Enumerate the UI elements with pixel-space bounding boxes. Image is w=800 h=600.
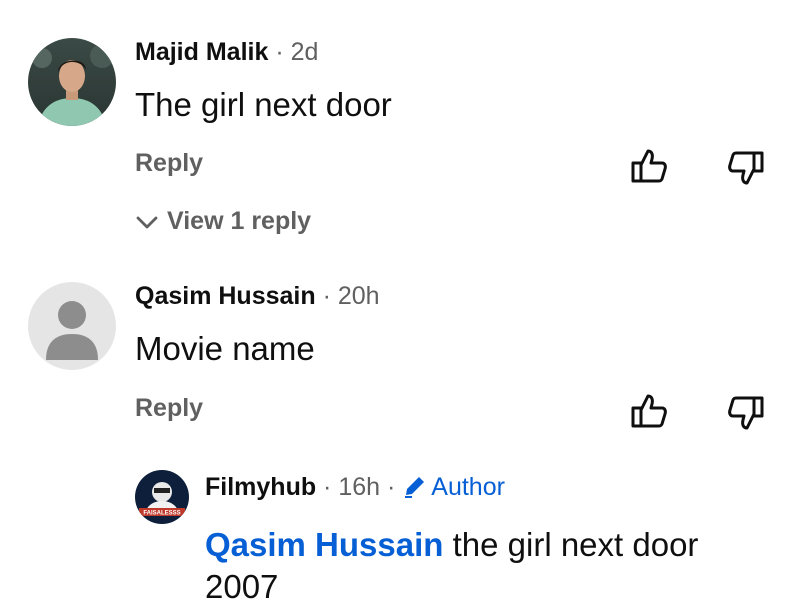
avatar-logo-text: FAISALESSS xyxy=(143,511,180,517)
reply-text: Qasim Hussain the girl next door 2007 xyxy=(205,524,698,600)
user-photo-avatar xyxy=(28,38,116,126)
comment-time: 20h xyxy=(337,282,380,310)
thumbs-up-icon[interactable] xyxy=(630,146,670,186)
reply-meta: · 16h · xyxy=(316,473,403,501)
comments-page: Majid Malik · 2d The girl next door Repl… xyxy=(0,0,800,600)
thumbs-down-icon[interactable] xyxy=(725,148,765,188)
view-replies-button[interactable]: View 1 reply xyxy=(135,207,311,236)
avatar[interactable] xyxy=(28,38,116,126)
reply-button[interactable]: Reply xyxy=(135,394,203,423)
comment-author-line: Majid Malik · 2d xyxy=(135,38,318,67)
reply-author[interactable]: Filmyhub xyxy=(205,473,316,501)
comment-author[interactable]: Qasim Hussain xyxy=(135,282,316,310)
pencil-icon xyxy=(405,477,425,498)
comment-thread: Majid Malik · 2d The girl next door Repl… xyxy=(0,0,800,260)
reply-button[interactable]: Reply xyxy=(135,149,203,178)
author-badge: Author xyxy=(402,473,505,501)
comment-thread: Qasim Hussain · 20h Movie name Reply FAI… xyxy=(0,260,800,600)
thumbs-up-icon[interactable] xyxy=(630,391,670,431)
chevron-down-icon xyxy=(136,216,158,229)
reply-text-line2: 2007 xyxy=(205,568,279,600)
comment-meta: · 2d xyxy=(268,38,319,66)
comment-author[interactable]: Majid Malik xyxy=(135,38,268,66)
avatar[interactable]: FAISALESSS xyxy=(135,470,189,524)
comment-text: The girl next door xyxy=(135,86,392,123)
default-user-avatar xyxy=(28,282,116,370)
channel-logo-avatar: FAISALESSS xyxy=(135,470,189,524)
author-badge-label: Author xyxy=(431,473,505,501)
reply-time: 16h xyxy=(338,473,381,501)
thumbs-down-icon[interactable] xyxy=(725,393,765,433)
mention-link[interactable]: Qasim Hussain xyxy=(205,526,443,563)
reply-text-line1: the girl next door xyxy=(443,526,699,563)
view-replies-label: View 1 reply xyxy=(167,207,312,235)
comment-author-line: Qasim Hussain · 20h xyxy=(135,282,380,311)
comment-time: 2d xyxy=(290,38,319,66)
comment-text: Movie name xyxy=(135,330,315,367)
comment-meta: · 20h xyxy=(315,282,380,310)
reply-author-line: Filmyhub · 16h · Author xyxy=(205,473,505,502)
avatar[interactable] xyxy=(28,282,116,370)
